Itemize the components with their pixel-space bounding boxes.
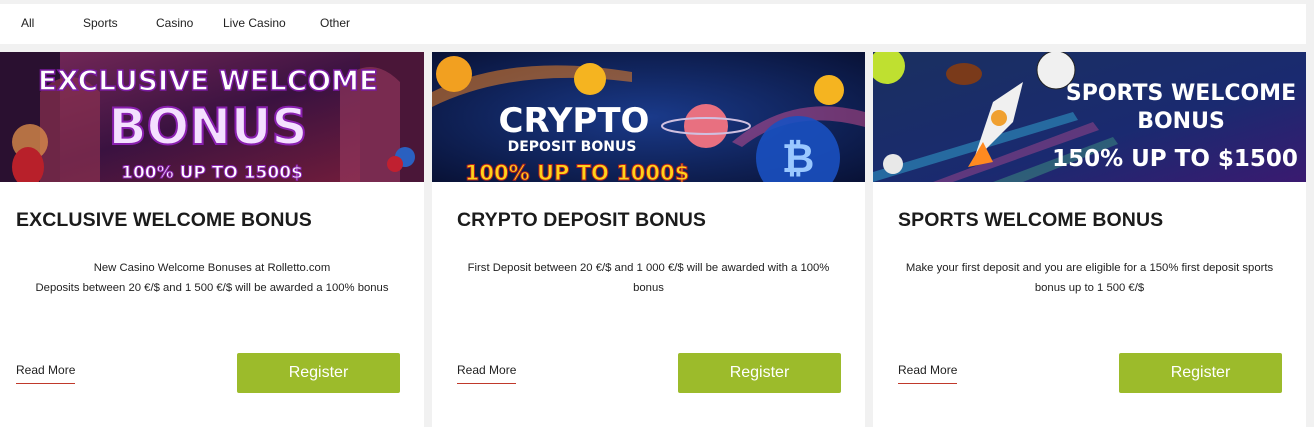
card-title: EXCLUSIVE WELCOME BONUS [16,209,312,231]
banner-line2: DEPOSIT BONUS [508,139,637,155]
promo-banner-casino[interactable]: EXCLUSIVE WELCOME BONUS 100% UP TO 1500$ [0,52,424,182]
promo-banner-sports[interactable]: SPORTS WELCOME BONUS 150% UP TO $1500 [873,52,1306,182]
tab-casino[interactable]: Casino [156,16,193,30]
banner-line3: 100% UP TO 1500$ [121,163,303,182]
banner-line1: CRYPTO [499,101,650,141]
bitcoin-coin-icon [574,63,606,95]
tab-sports[interactable]: Sports [83,16,118,30]
banner-line1: SPORTS WELCOME [1066,81,1296,106]
card-description: New Casino Welcome Bonuses at Rolletto.c… [35,262,389,294]
baseball-icon [883,154,903,174]
banner-line3: 100% UP TO 1000$ [465,161,690,182]
ethereum-planet-icon [684,104,728,148]
promo-banner-crypto[interactable]: ₿ CRYPTO DEPOSIT BONUS 100% UP TO 1000$ [432,52,865,182]
banner-line1: EXCLUSIVE WELCOME [38,64,378,97]
register-button[interactable]: Register [678,353,841,393]
banner-line3: 150% UP TO $1500 [1052,146,1298,172]
promo-card-crypto: ₿ CRYPTO DEPOSIT BONUS 100% UP TO 1000$ … [432,52,865,427]
card-description: First Deposit between 20 €/$ and 1 000 €… [467,262,830,294]
read-more-link[interactable]: Read More [16,363,76,384]
promo-card-sports: SPORTS WELCOME BONUS 150% UP TO $1500 SP… [873,52,1306,427]
promotions-page: All Sports Casino Live Casino Other EXCL… [0,0,1314,427]
filter-tabs: All Sports Casino Live Casino Other [0,4,1306,44]
register-button[interactable]: Register [1119,353,1282,393]
read-more-link[interactable]: Read More [457,363,517,384]
tab-all[interactable]: All [21,16,34,30]
football-icon [946,63,982,85]
coin-icon [814,75,844,105]
banner-line2: BONUS [1137,109,1225,134]
banner-line2: BONUS [108,98,307,156]
card-description: Make your first deposit and you are elig… [905,262,1274,294]
card-title: SPORTS WELCOME BONUS [898,209,1164,231]
svg-text:₿: ₿ [782,136,815,182]
card-title: CRYPTO DEPOSIT BONUS [457,209,707,231]
tab-live-casino[interactable]: Live Casino [223,16,286,30]
tab-other[interactable]: Other [320,16,350,30]
read-more-link[interactable]: Read More [898,363,958,384]
bitcoin-coin-icon [436,56,472,92]
register-button[interactable]: Register [237,353,400,393]
promo-card-exclusive: EXCLUSIVE WELCOME BONUS 100% UP TO 1500$… [0,52,424,427]
